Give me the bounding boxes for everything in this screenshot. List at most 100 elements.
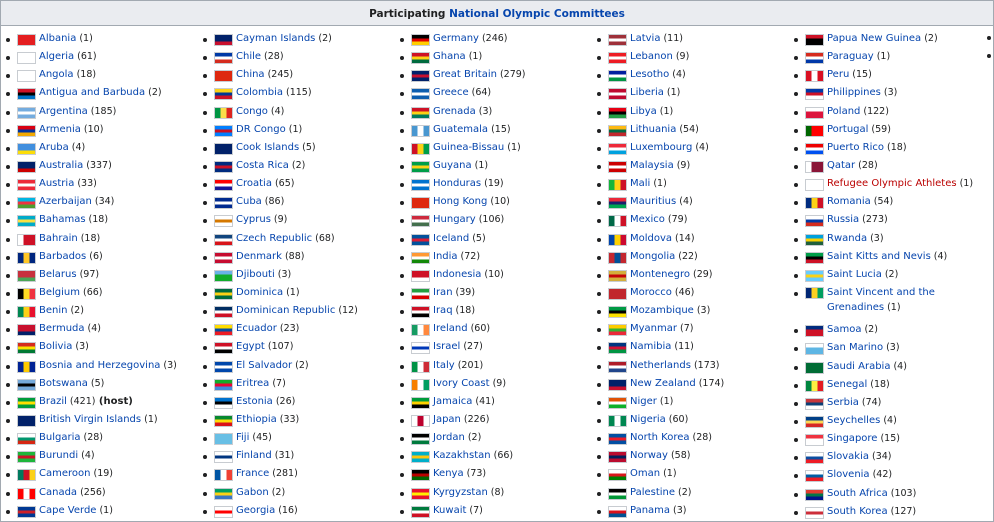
country-link[interactable]: Brazil — [39, 396, 67, 407]
country-link[interactable]: South Korea — [827, 506, 888, 517]
country-link[interactable]: Canada — [39, 487, 77, 498]
country-link[interactable]: Libya — [630, 106, 657, 117]
country-link[interactable]: Mozambique — [630, 305, 694, 316]
country-link[interactable]: Cuba — [236, 196, 262, 207]
country-link[interactable]: Benin — [39, 305, 67, 316]
country-link[interactable]: Congo — [236, 106, 268, 117]
country-link[interactable]: Djibouti — [236, 269, 275, 280]
country-link[interactable]: Denmark — [236, 251, 282, 262]
country-link[interactable]: Greece — [433, 87, 469, 98]
country-link[interactable]: Mauritius — [630, 196, 676, 207]
country-link[interactable]: Antigua and Barbuda — [39, 87, 145, 98]
country-link[interactable]: India — [433, 251, 458, 262]
country-link[interactable]: Saudi Arabia — [827, 361, 890, 372]
country-link[interactable]: Ecuador — [236, 323, 277, 334]
country-link[interactable]: Oman — [630, 468, 660, 479]
country-link[interactable]: Israel — [433, 341, 460, 352]
country-link[interactable]: Estonia — [236, 396, 273, 407]
country-link[interactable]: Costa Rica — [236, 160, 289, 171]
country-link[interactable]: Cook Islands — [236, 142, 299, 153]
country-link[interactable]: Kuwait — [433, 505, 466, 516]
country-link[interactable]: Lebanon — [630, 51, 673, 62]
country-link[interactable]: Cayman Islands — [236, 33, 315, 44]
country-link[interactable]: Great Britain — [433, 69, 497, 80]
country-link[interactable]: Saint Vincent and the Grenadines — [827, 287, 935, 313]
country-link[interactable]: Liberia — [630, 87, 664, 98]
country-link[interactable]: Egypt — [236, 341, 265, 352]
country-link[interactable]: Refugee Olympic Athletes — [827, 178, 957, 189]
country-link[interactable]: Peru — [827, 69, 849, 80]
country-link[interactable]: Colombia — [236, 87, 283, 98]
country-link[interactable]: Belarus — [39, 269, 77, 280]
country-link[interactable]: Kazakhstan — [433, 450, 491, 461]
country-link[interactable]: Seychelles — [827, 415, 880, 426]
country-link[interactable]: Georgia — [236, 505, 275, 516]
country-link[interactable]: Myanmar — [630, 323, 677, 334]
country-link[interactable]: Lesotho — [630, 69, 669, 80]
country-link[interactable]: Ivory Coast — [433, 378, 490, 389]
country-link[interactable]: Finland — [236, 450, 272, 461]
country-link[interactable]: San Marino — [827, 342, 883, 353]
country-link[interactable]: Puerto Rico — [827, 142, 884, 153]
country-link[interactable]: Austria — [39, 178, 74, 189]
country-link[interactable]: Fiji — [236, 432, 249, 443]
country-link[interactable]: Croatia — [236, 178, 272, 189]
country-link[interactable]: Chile — [236, 51, 261, 62]
country-link[interactable]: China — [236, 69, 265, 80]
country-link[interactable]: Bahrain — [39, 233, 78, 244]
country-link[interactable]: Panama — [630, 505, 670, 516]
country-link[interactable]: Guyana — [433, 160, 472, 171]
country-link[interactable]: Ethiopia — [236, 414, 277, 425]
country-link[interactable]: Hungary — [433, 214, 476, 225]
country-link[interactable]: Niger — [630, 396, 657, 407]
country-link[interactable]: Cyprus — [236, 214, 271, 225]
country-link[interactable]: Namibia — [630, 341, 671, 352]
country-link[interactable]: Armenia — [39, 124, 81, 135]
country-link[interactable]: Montenegro — [630, 269, 690, 280]
country-link[interactable]: Algeria — [39, 51, 74, 62]
country-link[interactable]: Indonesia — [433, 269, 481, 280]
country-link[interactable]: Czech Republic — [236, 233, 312, 244]
country-link[interactable]: Argentina — [39, 106, 88, 117]
country-link[interactable]: Moldova — [630, 233, 672, 244]
country-link[interactable]: Australia — [39, 160, 83, 171]
country-link[interactable]: Italy — [433, 360, 455, 371]
country-link[interactable]: Aruba — [39, 142, 69, 153]
country-link[interactable]: Burundi — [39, 450, 78, 461]
country-link[interactable]: Mexico — [630, 214, 665, 225]
country-link[interactable]: France — [236, 468, 269, 479]
country-link[interactable]: Jordan — [433, 432, 465, 443]
country-link[interactable]: New Zealand — [630, 378, 696, 389]
country-link[interactable]: Poland — [827, 106, 860, 117]
country-link[interactable]: Grenada — [433, 106, 476, 117]
country-link[interactable]: El Salvador — [236, 360, 292, 371]
country-link[interactable]: Philippines — [827, 87, 881, 98]
country-link[interactable]: Bulgaria — [39, 432, 80, 443]
country-link[interactable]: Iraq — [433, 305, 453, 316]
country-link[interactable]: Netherlands — [630, 360, 691, 371]
country-link[interactable]: Singapore — [827, 433, 877, 444]
country-link[interactable]: Mongolia — [630, 251, 675, 262]
country-link[interactable]: Rwanda — [827, 233, 867, 244]
country-link[interactable]: Saint Lucia — [827, 269, 882, 280]
country-link[interactable]: Cameroon — [39, 468, 90, 479]
country-link[interactable]: Portugal — [827, 124, 868, 135]
country-link[interactable]: Belgium — [39, 287, 80, 298]
country-link[interactable]: Eritrea — [236, 378, 269, 389]
country-link[interactable]: Hong Kong — [433, 196, 487, 207]
country-link[interactable]: Morocco — [630, 287, 672, 298]
country-link[interactable]: Dominica — [236, 287, 283, 298]
country-link[interactable]: Bosnia and Herzegovina — [39, 360, 160, 371]
country-link[interactable]: Samoa — [827, 324, 861, 335]
country-link[interactable]: DR Congo — [236, 124, 286, 135]
country-link[interactable]: British Virgin Islands — [39, 414, 141, 425]
country-link[interactable]: Bermuda — [39, 323, 85, 334]
noc-link[interactable]: National Olympic Committees — [449, 8, 625, 20]
country-link[interactable]: Albania — [39, 33, 76, 44]
country-link[interactable]: Iceland — [433, 233, 469, 244]
country-link[interactable]: Serbia — [827, 397, 859, 408]
country-link[interactable]: Bolivia — [39, 341, 72, 352]
country-link[interactable]: Cape Verde — [39, 505, 96, 516]
country-link[interactable]: Luxembourg — [630, 142, 692, 153]
country-link[interactable]: Gabon — [236, 487, 269, 498]
